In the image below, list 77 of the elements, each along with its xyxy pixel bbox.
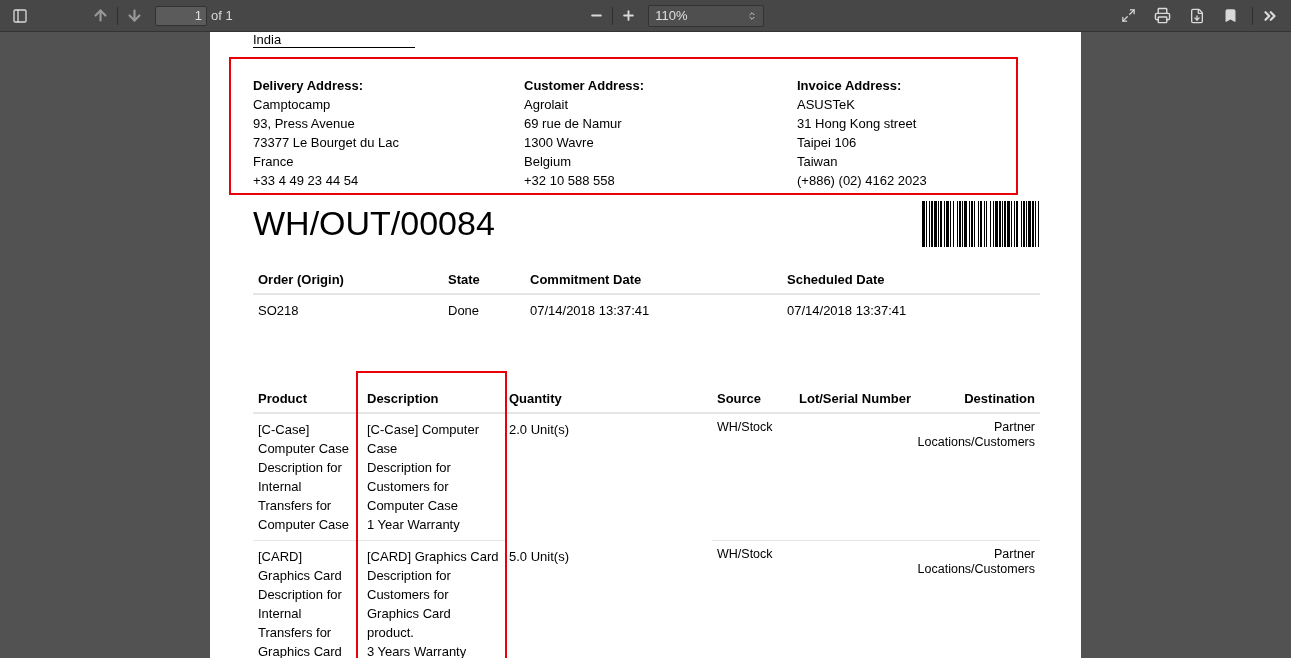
destination-line: Locations/Customers (917, 562, 1035, 577)
source-text: WH/Stock (717, 420, 774, 435)
product-line: Internal (258, 605, 303, 623)
destination-line: Partner (993, 420, 1035, 435)
address-line: (+886) (02) 4162 2023 (797, 172, 928, 190)
address-line: 1300 Wavre (524, 134, 595, 152)
product-line: Transfers for (258, 497, 333, 515)
column-header: Commitment Date (525, 267, 782, 294)
source-text: WH/Stock (717, 547, 774, 562)
product-line: Description for (258, 459, 343, 477)
destination-line: Partner (993, 547, 1035, 562)
updown-caret-icon (747, 10, 758, 21)
table-cell: SO218 (253, 294, 443, 326)
product-line: Description for (258, 586, 343, 604)
country-text: India (253, 32, 415, 48)
description-line: Description for (367, 567, 452, 585)
sidebar-toggle-icon[interactable] (12, 7, 28, 24)
column-header: State (443, 267, 525, 294)
description-line: [C-Case] Computer (367, 421, 480, 439)
column-header: Order (Origin) (253, 267, 443, 294)
description-line: product. (367, 624, 415, 642)
address-line: +33 4 49 23 44 54 (253, 172, 360, 190)
arrow-up-icon[interactable] (92, 7, 109, 24)
product-line: Computer Case (258, 440, 351, 458)
destination-line: Locations/Customers (917, 435, 1035, 450)
product-line: [CARD] (258, 548, 304, 566)
address-line: Belgium (524, 153, 572, 171)
column-header: Scheduled Date (782, 267, 1040, 294)
description-line: Customers for (367, 478, 450, 496)
product-line: Internal (258, 478, 303, 496)
table-cell: Done (443, 294, 525, 326)
description-line: Computer Case (367, 497, 460, 515)
product-line: Computer Case (258, 516, 351, 534)
column-header: Description (362, 386, 506, 413)
description-line: Customers for (367, 586, 450, 604)
address-line: 31 Hong Kong street (797, 115, 918, 133)
address-line: ASUSTeK (797, 96, 856, 114)
download-icon[interactable] (1189, 7, 1205, 24)
print-icon[interactable] (1154, 7, 1171, 24)
address-line: Taipei 106 (797, 134, 858, 152)
column-header: Product (253, 386, 362, 413)
table-cell: 07/14/2018 13:37:41 (782, 294, 1040, 326)
address-line: 73377 Le Bourget du Lac (253, 134, 400, 152)
page-number-field[interactable]: 1 (155, 5, 207, 26)
table-cell: 07/14/2018 13:37:41 (525, 294, 782, 326)
address-line: 69 rue de Namur (524, 115, 623, 133)
description-line: Description for (367, 459, 452, 477)
column-header: Destination (912, 386, 1040, 413)
document-title: WH/OUT/00084 (253, 203, 495, 243)
description-line: 3 Years Warranty (367, 643, 468, 658)
description-line: 1 Year Warranty (367, 516, 461, 534)
plus-icon[interactable] (621, 8, 637, 23)
description-line: Graphics Card (367, 605, 452, 623)
fullscreen-icon[interactable] (1121, 8, 1136, 23)
column-header: Quantity (506, 386, 712, 413)
description-line: [CARD] Graphics Card (367, 548, 500, 566)
product-line: Transfers for (258, 624, 333, 642)
quantity-text: 5.0 Unit(s) (509, 548, 569, 564)
page-count: of 1 (211, 8, 233, 23)
address-heading: Customer Address: (524, 77, 646, 95)
column-header: Lot/Serial Number (794, 386, 912, 413)
address-heading: Delivery Address: (253, 77, 365, 95)
address-line: 93, Press Avenue (253, 115, 356, 133)
address-line: France (253, 153, 295, 171)
address-line: +32 10 588 558 (524, 172, 616, 190)
product-line: Graphics Card (258, 643, 343, 658)
address-line: Taiwan (797, 153, 839, 171)
product-line: Graphics Card (258, 567, 343, 585)
address-line: Camptocamp (253, 96, 332, 114)
zoom-select[interactable]: 110% (648, 4, 765, 27)
description-line: Case (367, 440, 399, 458)
address-line: Agrolait (524, 96, 570, 114)
column-header: Source (712, 386, 794, 413)
address-heading: Invoice Address: (797, 77, 903, 95)
product-line: [C-Case] (258, 421, 311, 439)
bookmark-icon[interactable] (1223, 8, 1238, 23)
quantity-text: 2.0 Unit(s) (509, 422, 569, 437)
